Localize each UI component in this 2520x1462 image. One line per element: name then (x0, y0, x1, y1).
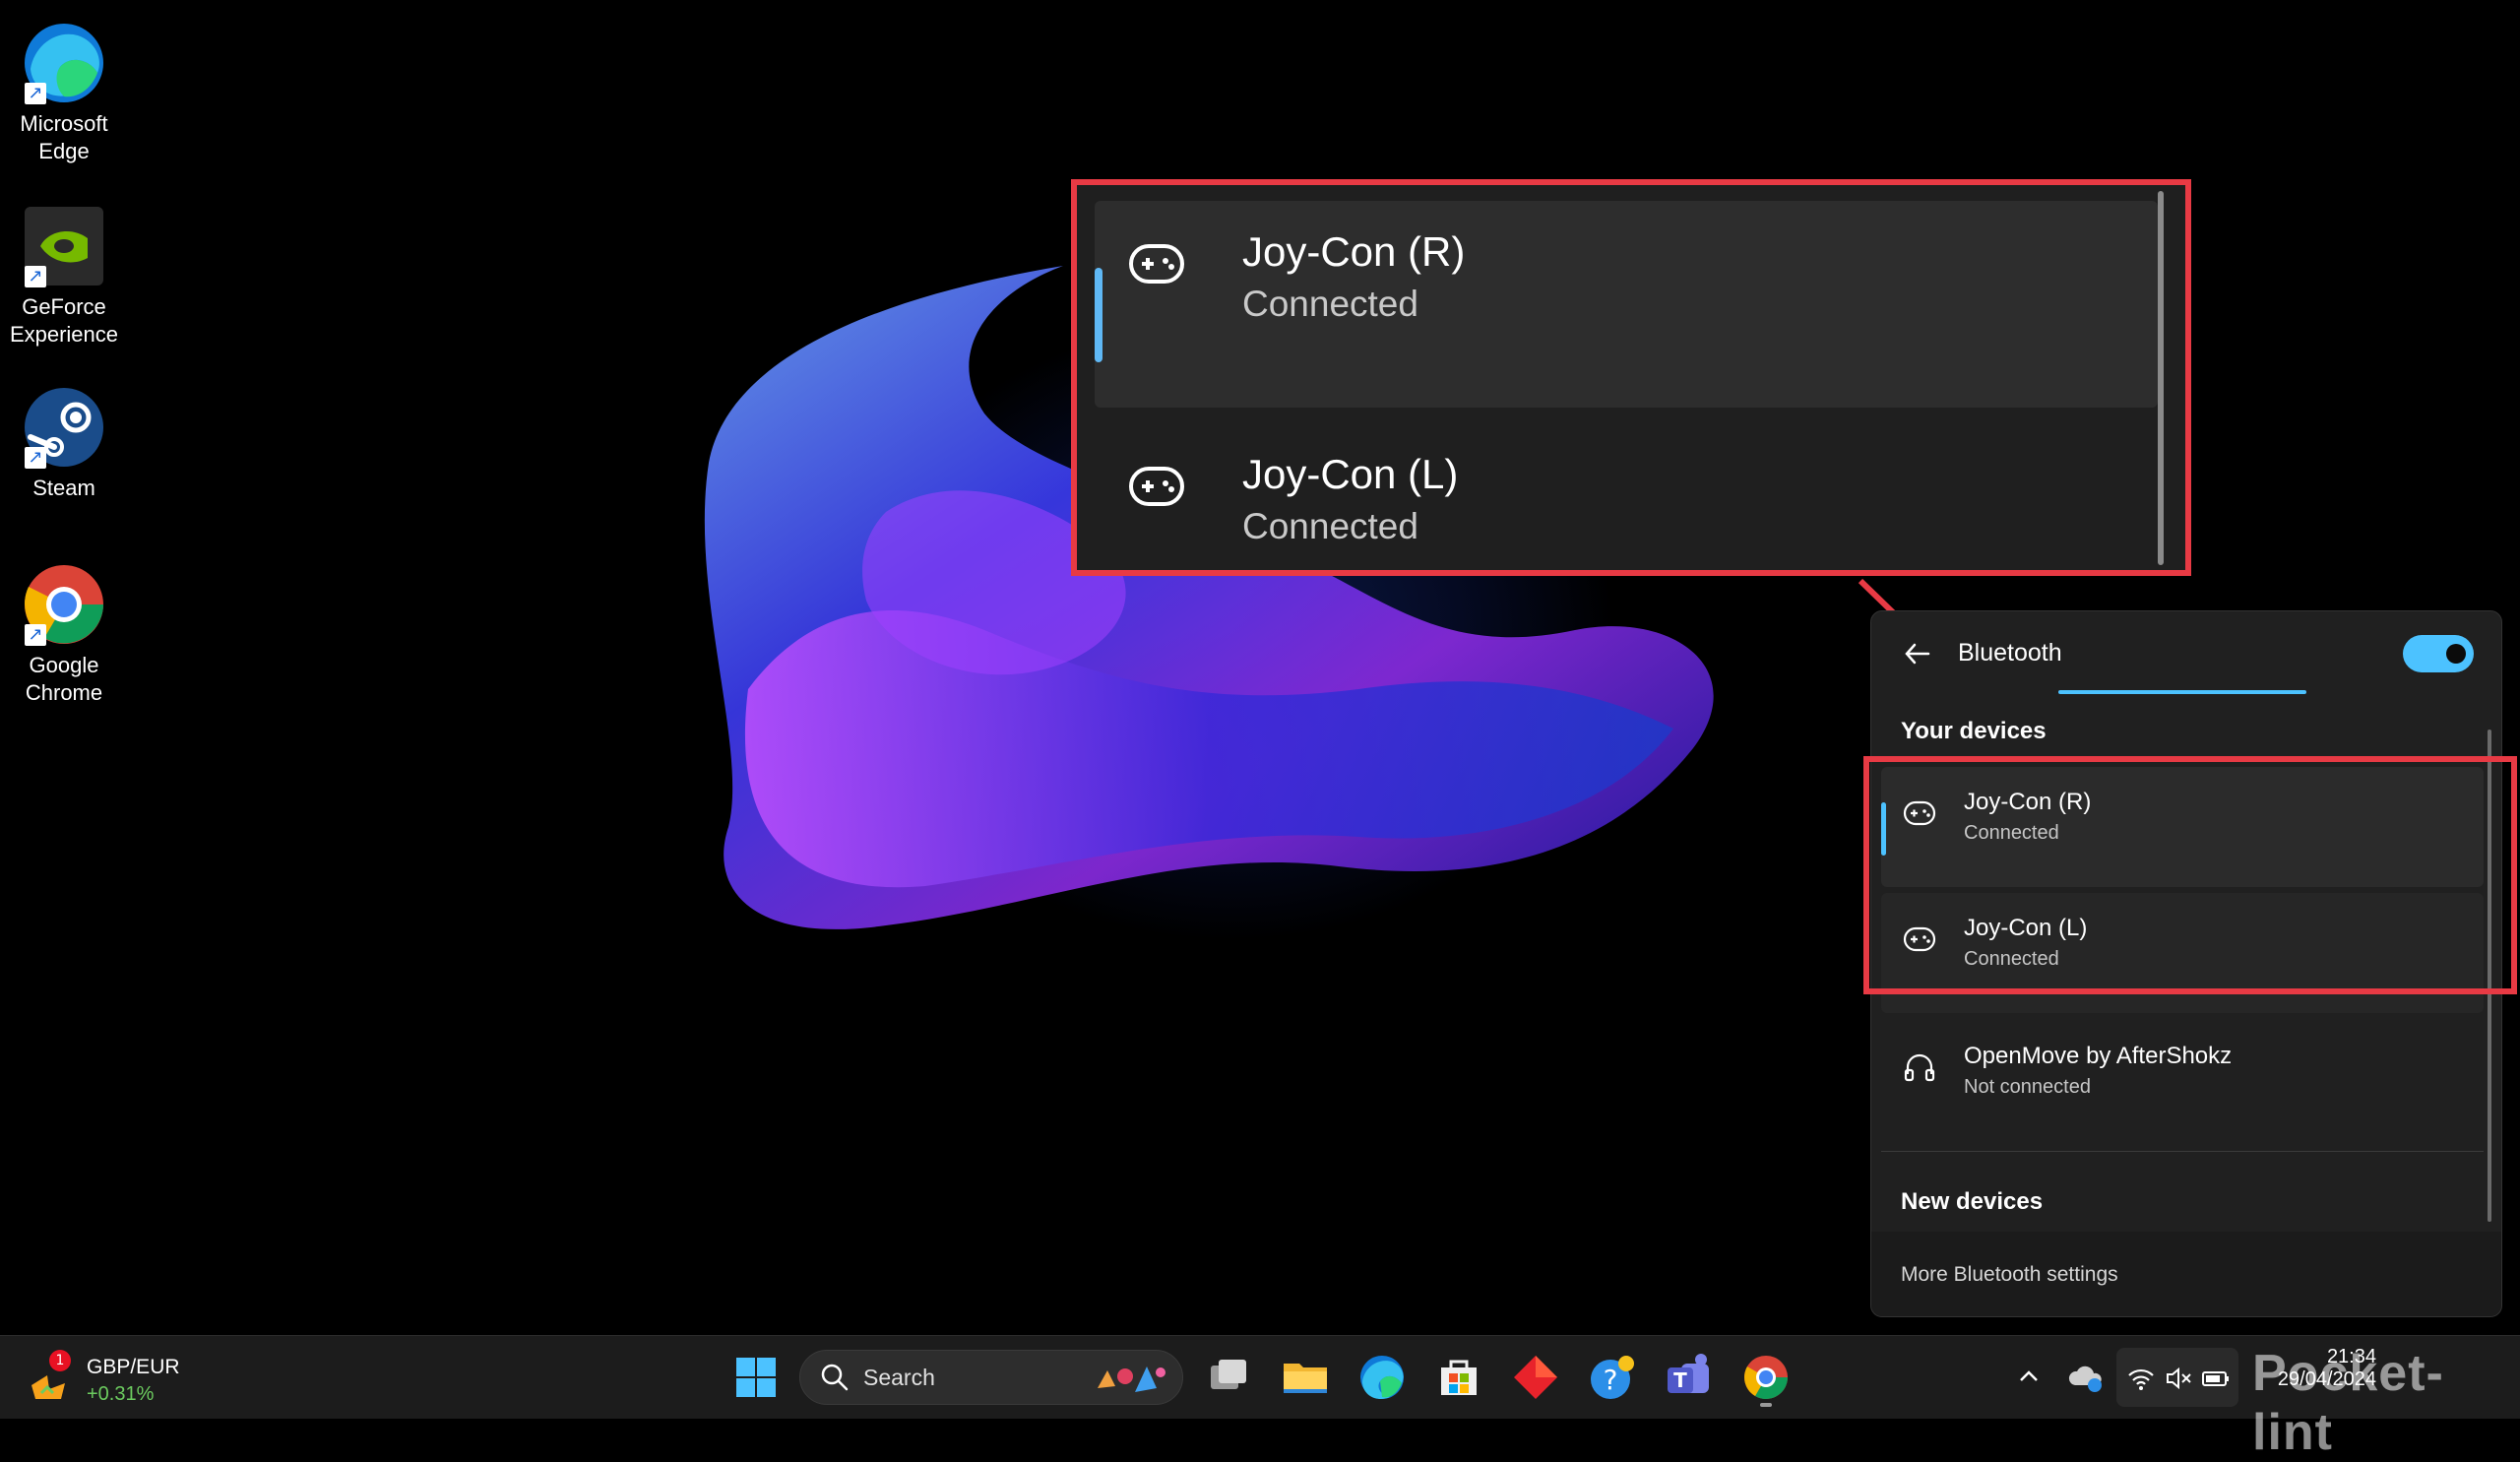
quick-settings-button[interactable] (2116, 1348, 2238, 1407)
desktop-icon-edge[interactable]: ↗ Microsoft Edge (8, 20, 120, 165)
shortcut-arrow-icon: ↗ (25, 266, 46, 287)
task-view-icon (1211, 1360, 1246, 1389)
device-name: Joy-Con (L) (1964, 915, 2088, 941)
zoom-device-joycon-l: Joy-Con (L) Connected (1095, 423, 2158, 570)
store-icon (1441, 1360, 1477, 1395)
desktop-icon-label: Edge (38, 139, 90, 163)
search-highlight-art-icon (1098, 1367, 1166, 1392)
headphones-icon (1904, 1053, 1935, 1082)
file-explorer-button[interactable] (1278, 1350, 1333, 1405)
steam-icon: ↗ (21, 384, 107, 471)
zoom-scrollbar (2158, 191, 2164, 565)
widgets-button[interactable]: 1 GBP/EUR +0.31% (28, 1350, 205, 1409)
device-openmove[interactable]: OpenMove by AfterShokz Not connected (1881, 1021, 2484, 1141)
zoom-device-name: Joy-Con (L) (1242, 451, 1459, 497)
desktop-icon-label: GeForce (22, 294, 106, 319)
chrome-icon (1744, 1356, 1788, 1399)
wifi-icon (2128, 1368, 2154, 1390)
battery-icon (2202, 1371, 2229, 1386)
zoom-device-name: Joy-Con (R) (1242, 228, 1466, 275)
flyout-scrollbar[interactable] (2488, 730, 2491, 1222)
taskbar-search[interactable]: Search (799, 1350, 1183, 1405)
desktop-icon-label: Microsoft (20, 111, 108, 136)
device-name: OpenMove by AfterShokz (1964, 1043, 2233, 1069)
more-bluetooth-settings-link[interactable]: More Bluetooth settings (1901, 1263, 2118, 1287)
desktop-icon-label: Google (29, 653, 99, 677)
widget-change: +0.31% (87, 1383, 155, 1405)
device-joycon-l[interactable]: Joy-Con (L) Connected (1881, 893, 2484, 1013)
chrome-taskbar-button[interactable] (1738, 1350, 1794, 1407)
desktop-icon-chrome[interactable]: ↗ Google Chrome (8, 561, 120, 707)
gamepad-icon (1129, 467, 1184, 506)
device-status: Not connected (1964, 1076, 2091, 1098)
app-red-diamond-button[interactable] (1508, 1350, 1563, 1405)
bluetooth-footer: More Bluetooth settings (1871, 1232, 2501, 1316)
taskbar: 1 GBP/EUR +0.31% Search ? T 21:34 29/04/… (0, 1335, 2520, 1461)
volume-muted-icon (2167, 1367, 2191, 1390)
edge-icon (1360, 1356, 1404, 1400)
edge-taskbar-button[interactable] (1354, 1350, 1410, 1405)
device-status: Connected (1964, 822, 2059, 844)
desktop-icon-label: Experience (9, 322, 119, 347)
svg-text:?: ? (1604, 1364, 1618, 1396)
search-placeholder: Search (863, 1365, 935, 1390)
teams-button[interactable]: T (1662, 1350, 1717, 1405)
device-joycon-r[interactable]: Joy-Con (R) Connected (1881, 767, 2484, 887)
desktop: ↗ Microsoft Edge ↗ GeForce Experience ↗ … (0, 0, 2520, 1335)
zoom-device-status: Connected (1242, 284, 1418, 324)
watermark: Pocket-lint (2252, 1345, 2444, 1461)
shortcut-arrow-icon: ↗ (25, 83, 46, 104)
windows-logo-icon (736, 1358, 776, 1397)
get-help-button[interactable]: ? (1585, 1350, 1640, 1405)
geforce-icon: ↗ (21, 203, 107, 289)
running-indicator (1760, 1403, 1772, 1407)
teams-icon: T (1668, 1354, 1709, 1393)
bluetooth-flyout: Bluetooth Your devices Joy-Con (R) Conne… (1870, 610, 2502, 1317)
store-button[interactable] (1431, 1350, 1486, 1405)
zoom-device-joycon-r: Joy-Con (R) Connected (1095, 201, 2158, 408)
edge-icon: ↗ (21, 20, 107, 106)
svg-text:T: T (1673, 1368, 1687, 1392)
red-diamond-icon (1514, 1356, 1557, 1399)
desktop-icon-steam[interactable]: ↗ Steam (8, 384, 120, 502)
folder-icon (1284, 1364, 1327, 1393)
new-devices-heading: New devices (1901, 1188, 2044, 1215)
help-icon: ? (1591, 1356, 1634, 1399)
show-hidden-icons-chevron-icon[interactable] (2014, 1362, 2044, 1391)
notification-badge: 1 (49, 1350, 71, 1371)
gamepad-icon (1903, 926, 1936, 952)
back-arrow-icon[interactable] (1901, 637, 1934, 670)
desktop-icon-geforce[interactable]: ↗ GeForce Experience (8, 203, 120, 349)
bluetooth-header: Bluetooth (1871, 611, 2501, 700)
task-view-button[interactable] (1201, 1350, 1256, 1405)
device-name: Joy-Con (R) (1964, 789, 2092, 815)
device-status: Connected (1964, 948, 2059, 970)
selection-accent (1095, 268, 1102, 362)
zoom-device-status: Connected (1242, 506, 1418, 546)
desktop-icon-label: Steam (32, 476, 95, 500)
widget-title: GBP/EUR (87, 1356, 180, 1378)
bluetooth-toggle[interactable] (2403, 635, 2474, 672)
search-icon (821, 1364, 849, 1391)
currency-widget-icon (32, 1375, 65, 1399)
bluetooth-title: Bluetooth (1958, 639, 2062, 667)
start-button[interactable] (728, 1350, 784, 1405)
onedrive-icon[interactable] (2067, 1360, 2105, 1395)
zoom-callout: Joy-Con (R) Connected Joy-Con (L) Connec… (1071, 179, 2191, 576)
section-divider (1881, 1151, 2484, 1152)
gamepad-icon (1129, 244, 1184, 284)
desktop-icon-label: Chrome (25, 680, 103, 705)
selection-accent (1881, 802, 1886, 856)
gamepad-icon (1903, 800, 1936, 826)
shortcut-arrow-icon: ↗ (25, 624, 46, 646)
shortcut-arrow-icon: ↗ (25, 447, 46, 469)
your-devices-heading: Your devices (1901, 718, 2047, 744)
toggle-knob (2446, 644, 2466, 664)
chrome-icon: ↗ (21, 561, 107, 648)
scanning-progress-bar (2058, 690, 2306, 694)
